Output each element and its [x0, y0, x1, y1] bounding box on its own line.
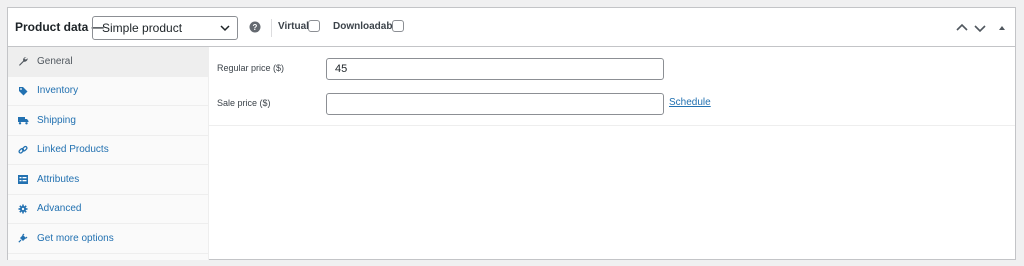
chevron-up-icon[interactable]	[955, 21, 969, 35]
regular-price-label: Regular price ($)	[217, 63, 285, 73]
general-options-panel: Regular price ($) 45 Sale price ($) Sche…	[209, 47, 1015, 126]
tab-attributes[interactable]: Attributes	[8, 165, 208, 195]
tab-advanced[interactable]: Advanced	[8, 195, 208, 224]
plugin-icon	[15, 233, 31, 243]
tab-label: Advanced	[37, 203, 82, 215]
tab-shipping[interactable]: Shipping	[8, 106, 208, 136]
chevron-down-icon	[220, 25, 230, 32]
product-type-select[interactable]: Simple product	[92, 16, 238, 40]
chevron-down-icon[interactable]	[973, 21, 987, 35]
wrench-icon	[15, 56, 31, 67]
product-data-panel: Product data — Simple product ? Virtual:…	[7, 7, 1016, 260]
tab-label: Inventory	[37, 85, 79, 97]
tab-general[interactable]: General	[8, 47, 208, 77]
truck-icon	[15, 116, 31, 125]
tab-linked-products[interactable]: Linked Products	[8, 136, 208, 165]
schedule-link[interactable]: Schedule	[669, 97, 711, 108]
collapse-toggle-icon[interactable]	[995, 21, 1009, 35]
tab-label: General	[37, 55, 73, 67]
tab-get-more-options[interactable]: Get more options	[8, 224, 208, 254]
help-icon[interactable]: ?	[249, 21, 261, 33]
list-icon	[15, 174, 31, 184]
sale-price-label: Sale price ($)	[217, 98, 271, 108]
downloadable-checkbox[interactable]	[392, 20, 404, 32]
panel-title: Product data —	[15, 20, 104, 34]
header-divider	[271, 19, 272, 37]
tab-inventory[interactable]: Inventory	[8, 77, 208, 106]
product-type-value: Simple product	[102, 21, 183, 35]
tab-label: Linked Products	[37, 144, 109, 156]
tab-label: Get more options	[37, 232, 114, 244]
tab-label: Shipping	[37, 114, 76, 126]
regular-price-input[interactable]: 45	[326, 58, 664, 80]
tab-label: Attributes	[37, 173, 80, 185]
product-data-tabs: General Inventory Shipping Linked Produc…	[8, 47, 209, 260]
link-icon	[15, 145, 31, 155]
svg-text:?: ?	[253, 23, 258, 32]
panel-header: Product data — Simple product ? Virtual:…	[8, 8, 1015, 47]
tag-icon	[15, 86, 31, 96]
virtual-checkbox[interactable]	[308, 20, 320, 32]
sale-price-input[interactable]	[326, 93, 664, 115]
gear-icon	[15, 204, 31, 214]
